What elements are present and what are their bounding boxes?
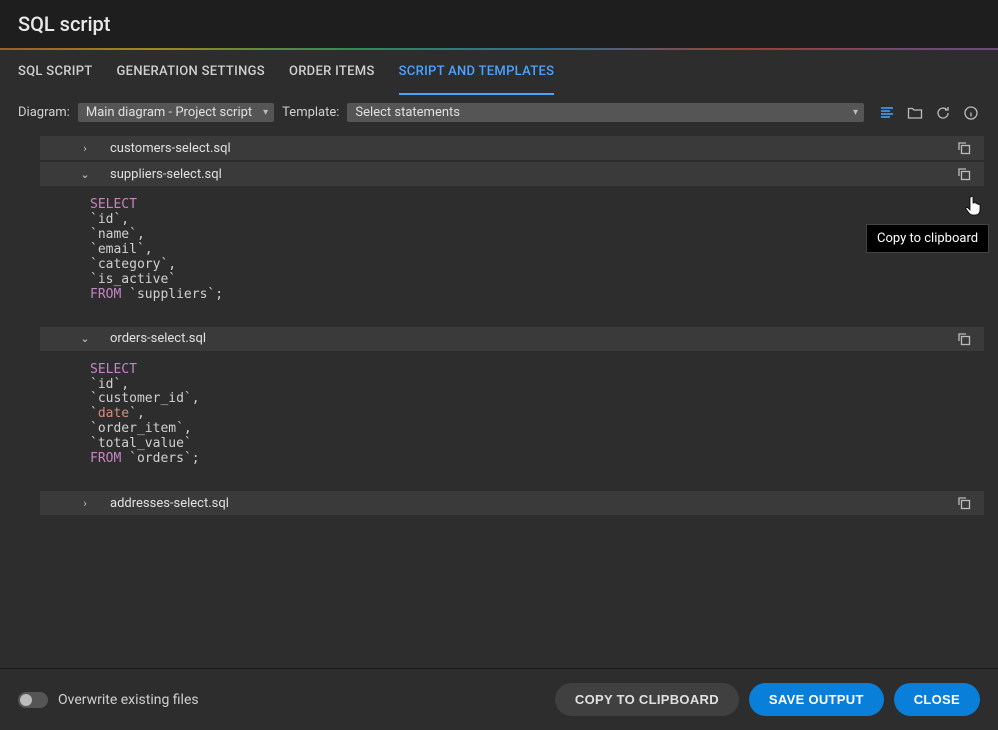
tab-sql-script[interactable]: SQL SCRIPT xyxy=(18,50,93,95)
copy-to-clipboard-button[interactable]: COPY TO CLIPBOARD xyxy=(555,683,739,716)
info-icon[interactable] xyxy=(962,104,980,122)
copy-icon[interactable] xyxy=(956,331,972,347)
file-header-suppliers[interactable]: ⌄ suppliers-select.sql xyxy=(40,162,984,186)
tab-script-and-templates[interactable]: SCRIPT AND TEMPLATES xyxy=(399,50,555,95)
chevron-right-icon: › xyxy=(78,142,92,155)
filename: suppliers-select.sql xyxy=(110,167,222,182)
template-dropdown[interactable]: Select statements xyxy=(347,103,864,122)
accent-bar xyxy=(0,48,998,50)
tab-generation-settings[interactable]: GENERATION SETTINGS xyxy=(117,50,265,95)
window-title: SQL script xyxy=(0,0,998,48)
controls-row: Diagram: Main diagram - Project script T… xyxy=(0,95,998,136)
refresh-icon[interactable] xyxy=(934,104,952,122)
diagram-label: Diagram: xyxy=(18,105,70,120)
file-section: ⌄ orders-select.sql SELECT `id`, `custom… xyxy=(40,327,984,490)
chevron-down-icon: ⌄ xyxy=(78,168,92,181)
save-output-button[interactable]: SAVE OUTPUT xyxy=(749,683,884,716)
filename: orders-select.sql xyxy=(110,331,206,346)
close-button[interactable]: CLOSE xyxy=(894,683,980,716)
file-section: › customers-select.sql xyxy=(40,136,984,160)
filename: addresses-select.sql xyxy=(110,496,229,511)
file-section: ⌄ suppliers-select.sql SELECT `id`, `nam… xyxy=(40,162,984,325)
chevron-down-icon: ⌄ xyxy=(78,332,92,345)
tabs-bar: SQL SCRIPT GENERATION SETTINGS ORDER ITE… xyxy=(0,50,998,95)
overwrite-toggle[interactable] xyxy=(18,692,48,708)
overwrite-label: Overwrite existing files xyxy=(58,692,199,708)
file-header-customers[interactable]: › customers-select.sql xyxy=(40,136,984,160)
footer: Overwrite existing files COPY TO CLIPBOA… xyxy=(0,668,998,730)
code-block-orders: SELECT `id`, `customer_id`, `date`, `ord… xyxy=(40,351,984,490)
template-label: Template: xyxy=(282,105,339,120)
tab-order-items[interactable]: ORDER ITEMS xyxy=(289,50,375,95)
overwrite-toggle-wrap: Overwrite existing files xyxy=(18,692,199,708)
copy-icon[interactable] xyxy=(956,495,972,511)
file-header-addresses[interactable]: › addresses-select.sql xyxy=(40,491,984,515)
toolbar-icons xyxy=(878,104,980,122)
align-icon[interactable] xyxy=(878,104,896,122)
chevron-right-icon: › xyxy=(78,497,92,510)
file-header-orders[interactable]: ⌄ orders-select.sql xyxy=(40,327,984,351)
file-section: › addresses-select.sql xyxy=(40,491,984,515)
content-area: › customers-select.sql ⌄ suppliers-selec… xyxy=(0,136,998,666)
filename: customers-select.sql xyxy=(110,141,231,156)
code-block-suppliers: SELECT `id`, `name`, `email`, `category`… xyxy=(40,186,984,325)
copy-icon[interactable] xyxy=(956,140,972,156)
folder-icon[interactable] xyxy=(906,104,924,122)
diagram-dropdown[interactable]: Main diagram - Project script xyxy=(78,103,274,122)
copy-icon[interactable] xyxy=(956,166,972,182)
